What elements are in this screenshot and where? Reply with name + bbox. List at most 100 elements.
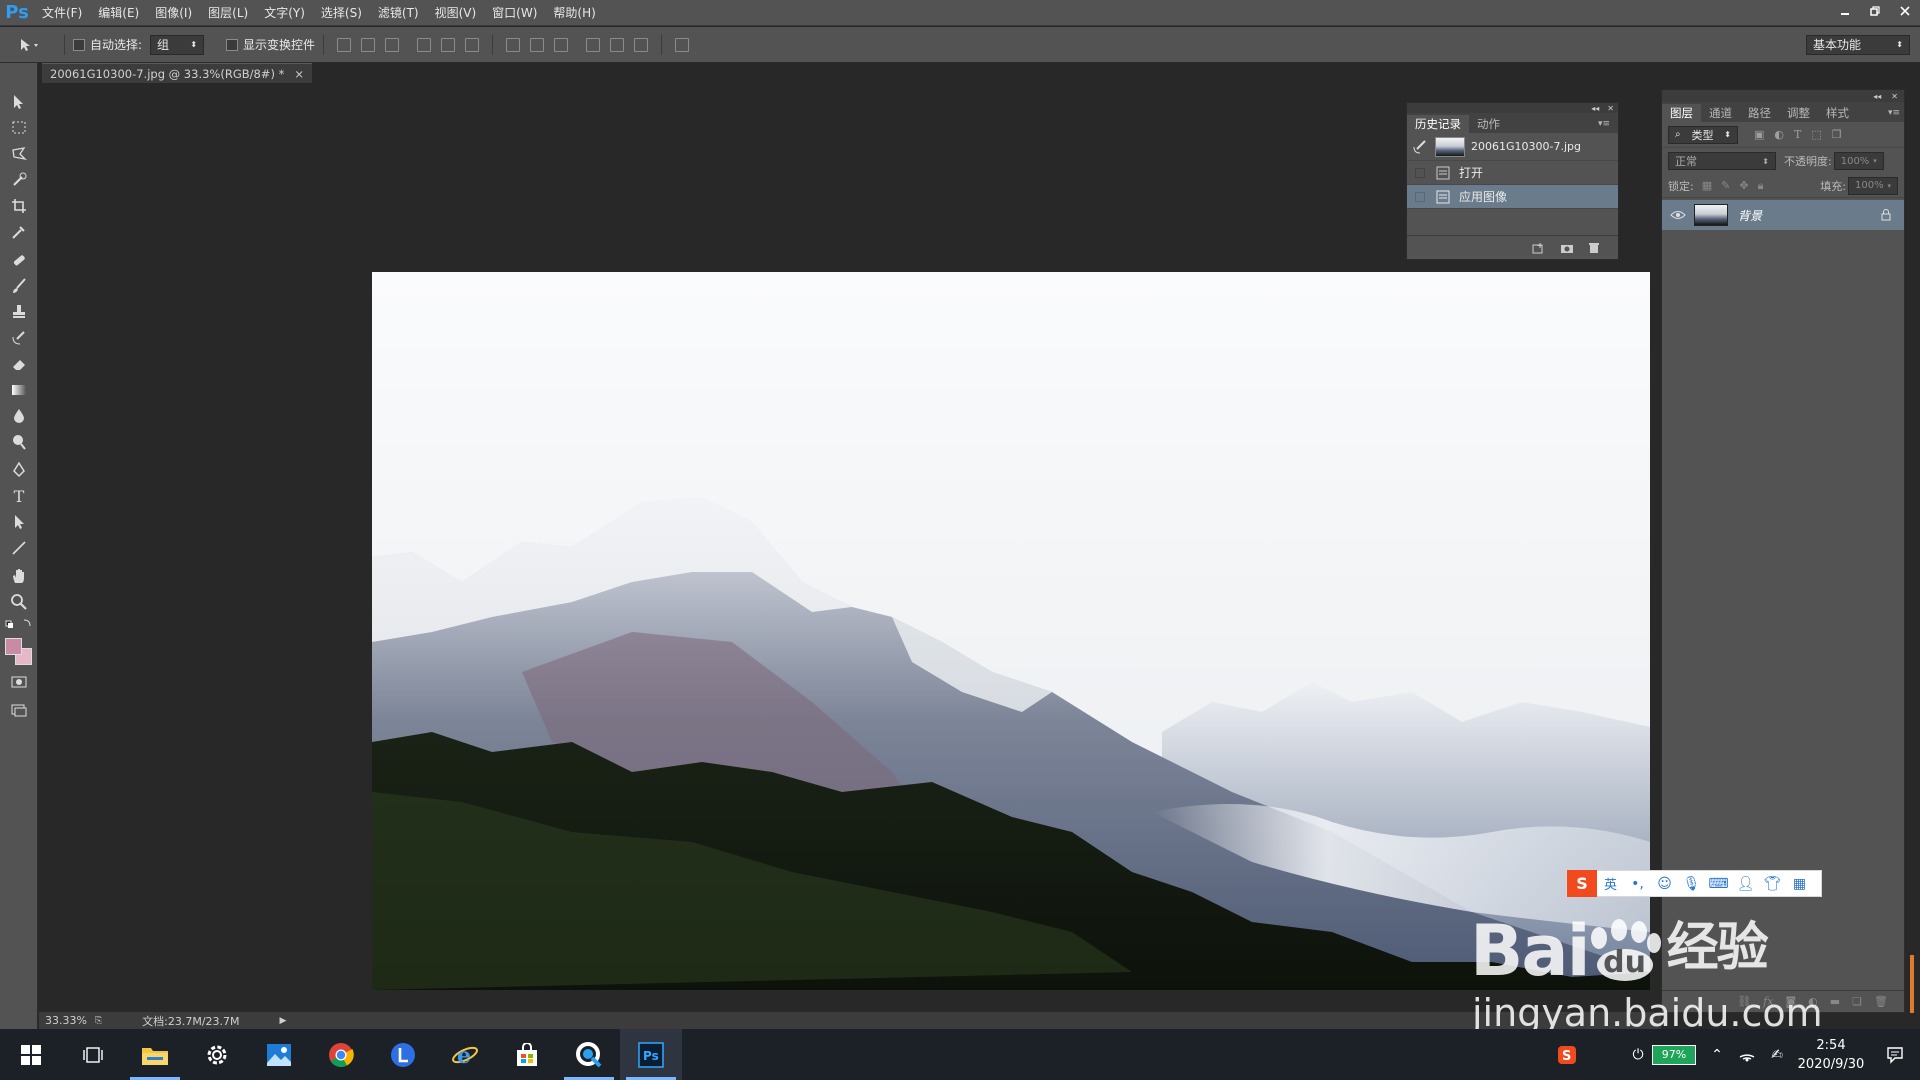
type-filter-icon[interactable]: T [1794,128,1801,141]
move-tool-preset-button[interactable] [18,37,56,53]
taskbar-internet-explorer[interactable]: e [434,1029,496,1080]
collapse-panel-icon[interactable]: ◂◂ [1873,92,1881,101]
taskbar-settings[interactable] [186,1029,248,1080]
panel-menu-icon[interactable]: ▾≡ [1884,104,1904,122]
skin-shirt-icon[interactable]: 👕︎ [1759,870,1786,897]
menu-help[interactable]: 帮助(H) [545,0,603,26]
tab-history[interactable]: 历史记录 [1407,115,1469,133]
type-tool[interactable]: T [8,485,30,507]
eraser-tool[interactable] [8,353,30,375]
tab-paths[interactable]: 路径 [1740,104,1779,122]
quick-mask-button[interactable] [8,671,30,693]
document-tab[interactable]: 20061G10300-7.jpg @ 33.3%(RGB/8#) * × [42,63,312,83]
taskbar-file-explorer[interactable] [124,1029,186,1080]
toolbox-grid-icon[interactable]: ▦ [1786,870,1813,897]
tab-actions[interactable]: 动作 [1469,115,1508,133]
auto-select-checkbox[interactable]: 自动选择: [73,36,142,53]
zoom-tool[interactable] [8,591,30,613]
start-button[interactable] [0,1029,62,1080]
color-swap-controls[interactable] [4,613,32,635]
microphone-icon[interactable]: 🎙︎ [1678,870,1705,897]
history-step[interactable]: 打开 [1407,161,1618,185]
opacity-field[interactable]: 100% ▾ [1833,152,1884,170]
restore-button[interactable] [1860,0,1890,22]
status-menu-arrow-icon[interactable]: ▶ [280,1016,287,1026]
distribute-top-icon[interactable] [506,37,521,52]
healing-brush-tool[interactable] [8,249,30,271]
menu-window[interactable]: 窗口(W) [484,0,545,26]
align-left-icon[interactable] [417,37,432,52]
new-group-icon[interactable]: ▬ [1830,995,1840,1008]
lock-transparent-icon[interactable]: ▦ [1702,179,1712,193]
battery-indicator[interactable]: 97% [1652,1044,1696,1065]
move-tool[interactable] [8,91,30,113]
close-panel-icon[interactable]: ✕ [1607,104,1614,113]
history-step-selected[interactable]: 应用图像 [1407,185,1618,209]
crop-tool[interactable] [8,195,30,217]
history-step-checkbox[interactable] [1415,167,1425,178]
show-hidden-icons-chevron-icon[interactable]: ⌃ [1702,1029,1732,1080]
close-tab-icon[interactable]: × [294,67,304,81]
lasso-tool[interactable] [8,143,30,165]
power-plug-icon[interactable]: ⏻ [1630,1029,1646,1080]
brush-tool[interactable] [8,275,30,297]
align-bottom-icon[interactable] [385,37,400,52]
align-vcenter-icon[interactable] [361,37,376,52]
tab-styles[interactable]: 样式 [1818,104,1857,122]
blur-tool[interactable] [8,405,30,427]
taskbar-store[interactable] [496,1029,558,1080]
eye-visibility-icon[interactable] [1670,209,1686,221]
show-transform-controls-checkbox[interactable]: 显示变换控件 [226,36,315,53]
trash-icon[interactable] [1588,242,1600,254]
history-brush-tool[interactable] [8,327,30,349]
sogou-logo-icon[interactable]: S [1567,870,1597,897]
history-step-checkbox[interactable] [1415,191,1425,202]
hand-tool[interactable] [8,565,30,587]
punctuation-icon[interactable]: •, [1624,870,1651,897]
align-top-icon[interactable] [337,37,352,52]
adjustment-filter-icon[interactable]: ◐ [1774,128,1784,141]
gradient-tool[interactable] [8,379,30,401]
menu-layer[interactable]: 图层(L) [200,0,256,26]
new-layer-icon[interactable]: ❏ [1852,995,1862,1008]
distribute-hcenter-icon[interactable] [610,37,625,52]
distribute-right-icon[interactable] [634,37,649,52]
history-snapshot[interactable]: 20061G10300-7.jpg [1407,133,1618,161]
tab-adjustments[interactable]: 调整 [1779,104,1818,122]
camera-icon[interactable] [1560,242,1574,254]
action-center-button[interactable] [1870,1029,1920,1080]
layer-filter-dropdown[interactable]: ⌕ 类型 ⬍ [1668,125,1738,144]
taskbar-app-q[interactable] [558,1029,620,1080]
auto-select-dropdown[interactable]: 组 ⬍ [150,34,205,55]
eyedropper-tool[interactable] [8,221,30,243]
marquee-tool[interactable] [8,117,30,139]
keyboard-icon[interactable]: ⌨ [1705,870,1732,897]
taskbar-app-l[interactable] [372,1029,434,1080]
close-panel-icon[interactable]: ✕ [1891,92,1898,101]
clock[interactable]: 2:54 2020/9/30 [1792,1036,1870,1074]
taskbar-chrome[interactable] [310,1029,372,1080]
smart-object-filter-icon[interactable]: ❐ [1832,128,1842,141]
delete-layer-icon[interactable]: 🗑︎ [1874,995,1888,1008]
new-document-from-state-icon[interactable] [1532,242,1546,254]
lock-position-icon[interactable]: ✥ [1739,179,1748,193]
dodge-tool[interactable] [8,431,30,453]
document-canvas[interactable] [372,272,1650,990]
close-window-button[interactable] [1890,0,1920,22]
align-hcenter-icon[interactable] [441,37,456,52]
minimize-button[interactable] [1830,0,1860,22]
pen-tool[interactable] [8,459,30,481]
menu-file[interactable]: 文件(F) [34,0,90,26]
blend-mode-dropdown[interactable]: 正常 ⬍ [1668,152,1776,170]
clone-stamp-tool[interactable] [8,301,30,323]
shape-filter-icon[interactable]: ⬚ [1811,128,1821,141]
menu-view[interactable]: 视图(V) [427,0,485,26]
menu-image[interactable]: 图像(I) [147,0,200,26]
status-export-icon[interactable]: ⎘ [95,1016,102,1026]
tab-channels[interactable]: 通道 [1701,104,1740,122]
user-icon[interactable]: 👤︎ [1732,870,1759,897]
auto-align-layers-icon[interactable] [675,37,690,52]
distribute-bottom-icon[interactable] [554,37,569,52]
ime-language-mode[interactable]: 英 [1597,870,1624,897]
tab-layers[interactable]: 图层 [1662,104,1701,122]
